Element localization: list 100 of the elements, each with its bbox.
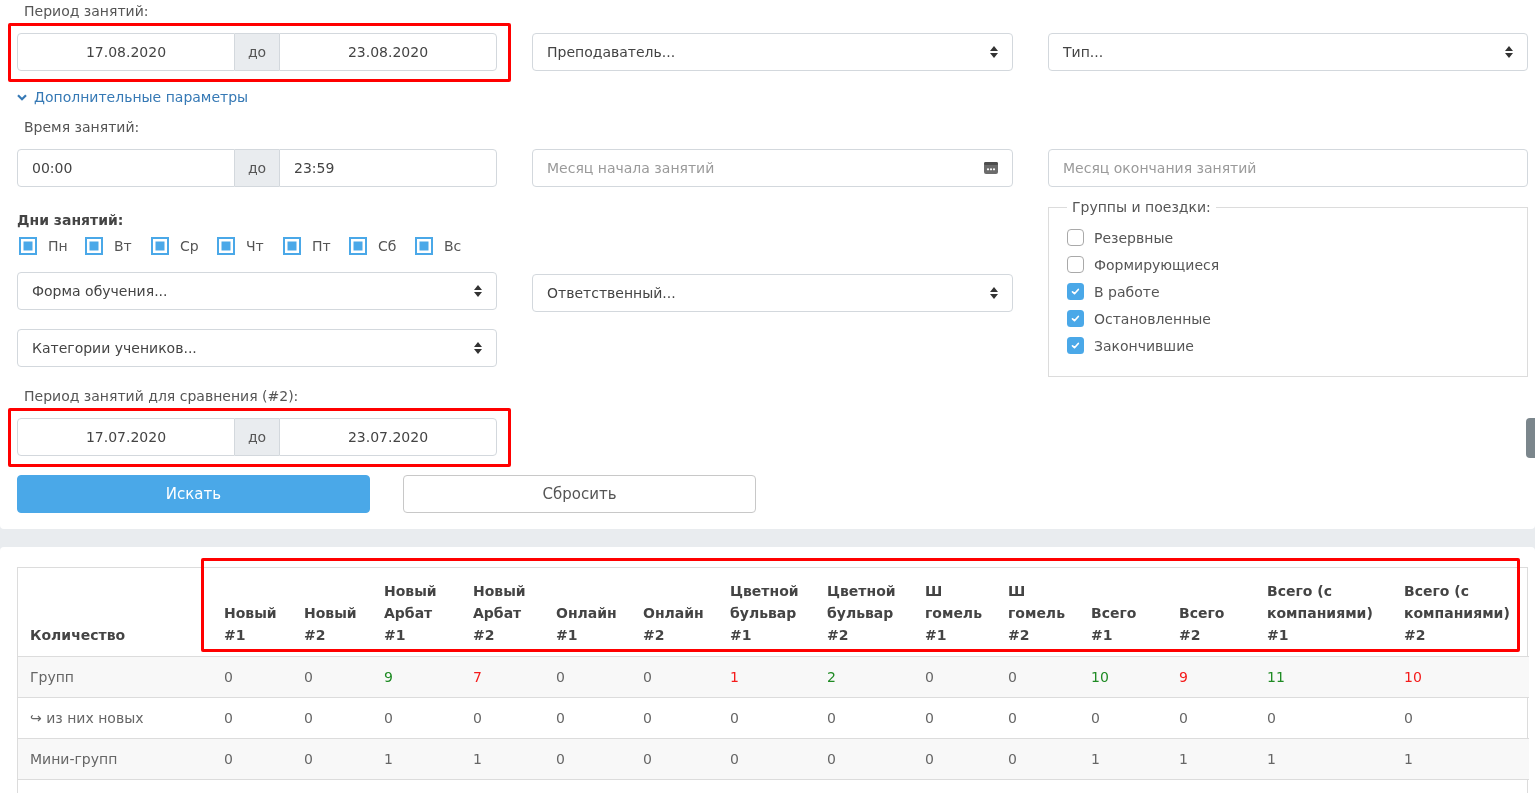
checkbox-label: Вт xyxy=(114,237,132,255)
checkbox-label: Сб xyxy=(378,237,397,255)
date-field[interactable]: 23.07.2020 xyxy=(279,418,497,456)
table-cell: 0 xyxy=(996,738,1079,780)
column-header: Онлайн #1 xyxy=(544,568,631,657)
table-cell: 0 xyxy=(718,697,815,739)
column-header: Всего #1 xyxy=(1079,568,1167,657)
row-label: ↪ из них новых xyxy=(18,697,212,739)
row-label: Групп xyxy=(18,656,212,698)
checkbox[interactable] xyxy=(19,237,37,255)
table-cell: 0 xyxy=(913,738,996,780)
input-addon: до xyxy=(235,149,279,187)
column-header: Онлайн #2 xyxy=(631,568,718,657)
table-cell: 0 xyxy=(631,697,718,739)
time-field[interactable]: 00:00 xyxy=(17,149,235,187)
reset-button[interactable]: Сбросить xyxy=(403,475,756,513)
checkbox[interactable] xyxy=(85,237,103,255)
table-cell: 0 xyxy=(212,738,292,780)
field-label: Период занятий для сравнения (#2): xyxy=(24,387,299,406)
table-cell: 0 xyxy=(1392,697,1529,739)
column-header: Новый Арбат #1 xyxy=(372,568,461,657)
table-cell: 9 xyxy=(372,656,461,698)
select-field[interactable]: Преподаватель... xyxy=(532,33,1013,71)
section-label: Дни занятий: xyxy=(17,211,124,230)
table-cell: 1 xyxy=(1079,738,1167,780)
time-field[interactable]: 23:59 xyxy=(279,149,497,187)
table-cell: 9 xyxy=(1167,656,1255,698)
checkbox[interactable] xyxy=(151,237,169,255)
checkbox-label: Пн xyxy=(48,237,68,255)
checkbox-label: Остановленные xyxy=(1094,309,1211,329)
table-cell: 0 xyxy=(815,697,913,739)
column-header: Ш гомель #2 xyxy=(996,568,1079,657)
date-field[interactable]: 17.07.2020 xyxy=(17,418,235,456)
column-header: Новый #2 xyxy=(292,568,372,657)
column-header: Новый Арбат #2 xyxy=(461,568,544,657)
checkbox-label: Вс xyxy=(444,237,462,255)
column-header: Всего #2 xyxy=(1167,568,1255,657)
table-cell: 0 xyxy=(913,656,996,698)
select-field[interactable]: Категории учеников... xyxy=(17,329,497,367)
column-header: Цветной бульвар #1 xyxy=(718,568,815,657)
checkbox-label: Чт xyxy=(246,237,264,255)
table-cell: 1 xyxy=(1167,738,1255,780)
checkbox-label: Ср xyxy=(180,237,199,255)
field-label: Период занятий: xyxy=(24,2,149,21)
updown-caret-icon xyxy=(990,46,998,58)
checkbox-label: Закончившие xyxy=(1094,336,1194,356)
updown-caret-icon xyxy=(474,342,482,354)
table-cell: 0 xyxy=(1167,697,1255,739)
table-cell: 0 xyxy=(996,697,1079,739)
table-cell: 0 xyxy=(292,656,372,698)
table-cell: 0 xyxy=(815,738,913,780)
checkbox[interactable] xyxy=(1067,229,1084,246)
table-cell: 0 xyxy=(913,697,996,739)
table-cell: 2 xyxy=(815,656,913,698)
select-field[interactable]: Тип... xyxy=(1048,33,1528,71)
table-cell: 1 xyxy=(1255,738,1392,780)
table-cell: 10 xyxy=(1392,656,1529,698)
column-header: Всего (с компаниями) #2 xyxy=(1392,568,1529,657)
row-label: Мини-групп xyxy=(18,738,212,780)
calendar-icon xyxy=(984,162,998,174)
fieldset-legend: Группы и поездки: xyxy=(1067,197,1216,217)
field-label: Время занятий: xyxy=(24,118,140,137)
table-cell: 11 xyxy=(1255,656,1392,698)
table-cell: 1 xyxy=(372,738,461,780)
table-cell: 0 xyxy=(372,697,461,739)
checkbox[interactable] xyxy=(283,237,301,255)
table-cell: 1 xyxy=(1392,738,1529,780)
select-field[interactable]: Ответственный... xyxy=(532,274,1013,312)
table-cell: 0 xyxy=(461,697,544,739)
checkbox[interactable] xyxy=(1067,337,1084,354)
checkbox[interactable] xyxy=(415,237,433,255)
table-cell: 1 xyxy=(461,738,544,780)
table-cell: 7 xyxy=(461,656,544,698)
updown-caret-icon xyxy=(990,287,998,299)
table-cell: 0 xyxy=(631,656,718,698)
date-field[interactable]: 17.08.2020 xyxy=(17,33,235,71)
checkbox[interactable] xyxy=(1067,256,1084,273)
table-cell: 0 xyxy=(1079,697,1167,739)
select-field[interactable]: Форма обучения... xyxy=(17,272,497,310)
more-options-link[interactable]: Дополнительные параметры xyxy=(17,87,249,107)
table-cell: 0 xyxy=(996,656,1079,698)
table-cell: 0 xyxy=(544,738,631,780)
table-cell: 0 xyxy=(631,738,718,780)
checkbox-label: Резервные xyxy=(1094,228,1174,248)
scrollbar-thumb[interactable] xyxy=(1526,418,1535,458)
date-field[interactable]: 23.08.2020 xyxy=(279,33,497,71)
table-cell: 0 xyxy=(718,738,815,780)
table-cell: 0 xyxy=(292,697,372,739)
checkbox[interactable] xyxy=(1067,310,1084,327)
updown-caret-icon xyxy=(1505,46,1513,58)
checkbox[interactable] xyxy=(1067,283,1084,300)
table-cell: 0 xyxy=(544,656,631,698)
table-cell: 0 xyxy=(1255,697,1392,739)
table-cell: 1 xyxy=(718,656,815,698)
column-header: Цветной бульвар #2 xyxy=(815,568,913,657)
checkbox[interactable] xyxy=(217,237,235,255)
checkbox[interactable] xyxy=(349,237,367,255)
table-cell: 0 xyxy=(544,697,631,739)
table-cell: 10 xyxy=(1079,656,1167,698)
input-addon: до xyxy=(235,33,279,71)
